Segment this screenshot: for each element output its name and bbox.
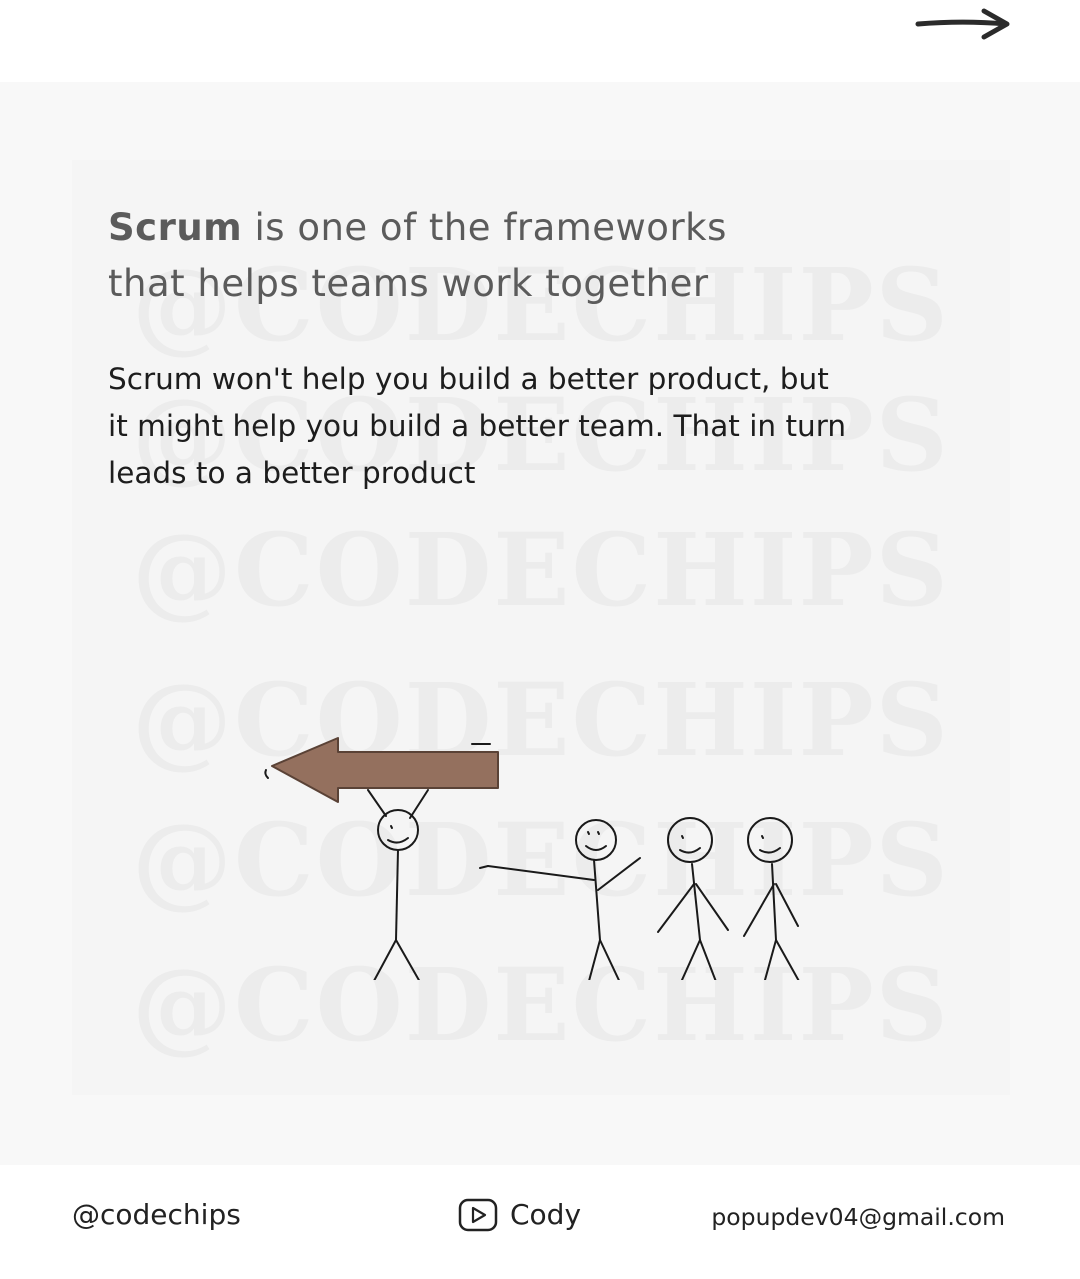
body-line: Scrum won't help you build a better prod… [108, 362, 829, 396]
heading-line2: that helps teams work together [108, 262, 709, 305]
slide-body: Scrum won't help you build a better prod… [108, 356, 988, 497]
footer: @codechips Cody popupdev04@gmail.com [0, 1165, 1080, 1279]
play-button-icon [458, 1198, 498, 1232]
watermark-text: @CODECHIPS [132, 515, 950, 625]
body-line: it might help you build a better team. T… [108, 409, 847, 443]
content-card: @CODECHIPS @CODECHIPS @CODECHIPS @CODECH… [72, 160, 1010, 1095]
channel-link[interactable]: Cody [458, 1195, 581, 1235]
top-bar [0, 0, 1080, 82]
slide: @CODECHIPS @CODECHIPS @CODECHIPS @CODECH… [0, 82, 1080, 1165]
contact-email[interactable]: popupdev04@gmail.com [711, 1197, 1005, 1237]
body-line: leads to a better product [108, 456, 476, 490]
stick-figures-carrying-arrow-icon [264, 737, 800, 980]
social-handle[interactable]: @codechips [72, 1195, 241, 1235]
heading-keyword: Scrum [108, 206, 243, 249]
heading-line1: is one of the frameworks [242, 206, 727, 249]
slide-heading: Scrum is one of the frameworks that help… [108, 200, 928, 312]
arrow-right-icon[interactable] [912, 4, 1012, 44]
channel-name: Cody [510, 1198, 582, 1231]
